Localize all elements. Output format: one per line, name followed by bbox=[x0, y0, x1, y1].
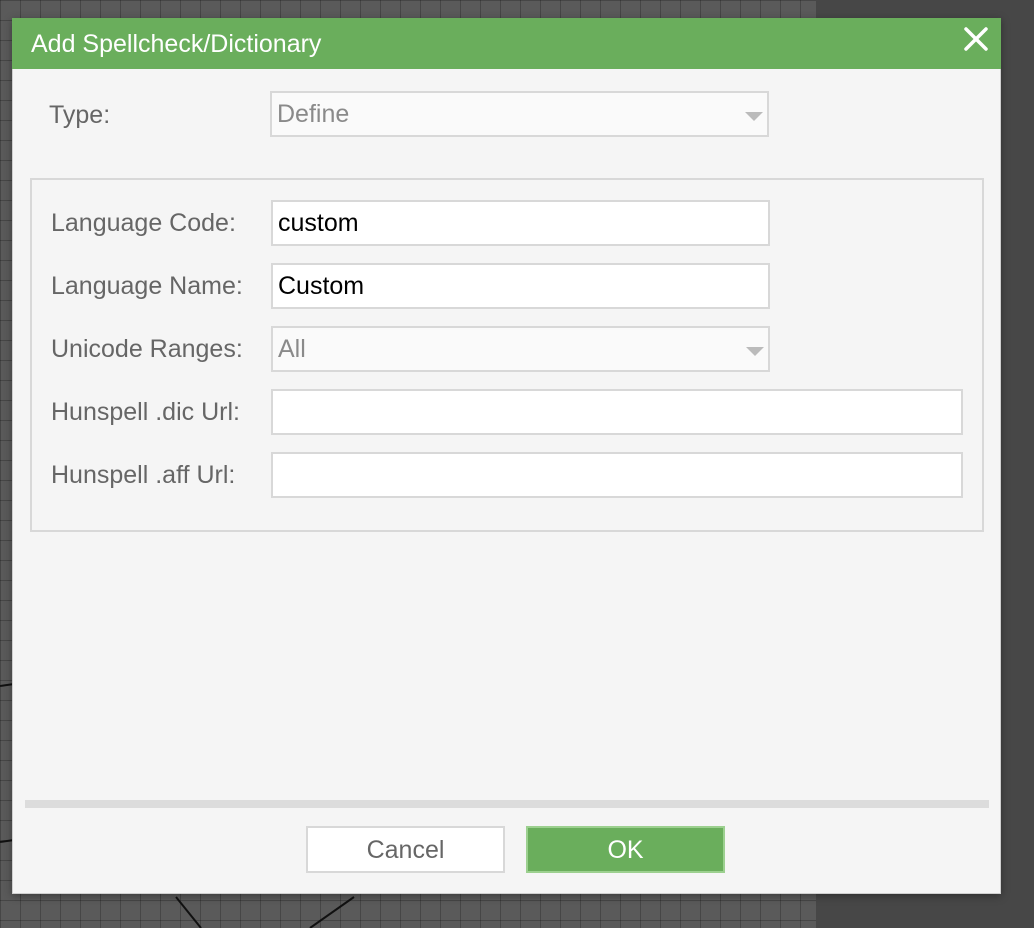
aff-url-field[interactable] bbox=[271, 452, 963, 498]
dialog-titlebar: Add Spellcheck/Dictionary bbox=[12, 18, 1001, 69]
close-icon[interactable] bbox=[961, 24, 991, 54]
add-dictionary-dialog: Add Spellcheck/Dictionary Type: Define L… bbox=[12, 18, 1001, 894]
type-select[interactable]: Define bbox=[270, 91, 769, 137]
unicode-ranges-label: Unicode Ranges: bbox=[51, 335, 243, 363]
language-name-value: Custom bbox=[278, 272, 365, 300]
chevron-down-icon bbox=[745, 112, 763, 121]
aff-url-label: Hunspell .aff Url: bbox=[51, 461, 236, 489]
footer-separator bbox=[25, 800, 989, 808]
type-select-value: Define bbox=[277, 100, 350, 128]
ok-button[interactable]: OK bbox=[526, 826, 725, 873]
language-code-label: Language Code: bbox=[51, 209, 236, 237]
language-code-value: custom bbox=[278, 209, 359, 237]
language-name-label: Language Name: bbox=[51, 272, 243, 300]
dialog-title: Add Spellcheck/Dictionary bbox=[31, 30, 322, 58]
unicode-ranges-value: All bbox=[278, 335, 306, 363]
cancel-button[interactable]: Cancel bbox=[306, 826, 505, 873]
dic-url-field[interactable] bbox=[271, 389, 963, 435]
type-label: Type: bbox=[49, 101, 111, 129]
unicode-ranges-select[interactable]: All bbox=[271, 326, 770, 372]
language-name-field[interactable]: Custom bbox=[271, 263, 770, 309]
language-code-field[interactable]: custom bbox=[271, 200, 770, 246]
dictionary-fieldset: Language Code: custom Language Name: Cus… bbox=[30, 178, 984, 532]
dic-url-label: Hunspell .dic Url: bbox=[51, 398, 240, 426]
chevron-down-icon bbox=[746, 347, 764, 356]
